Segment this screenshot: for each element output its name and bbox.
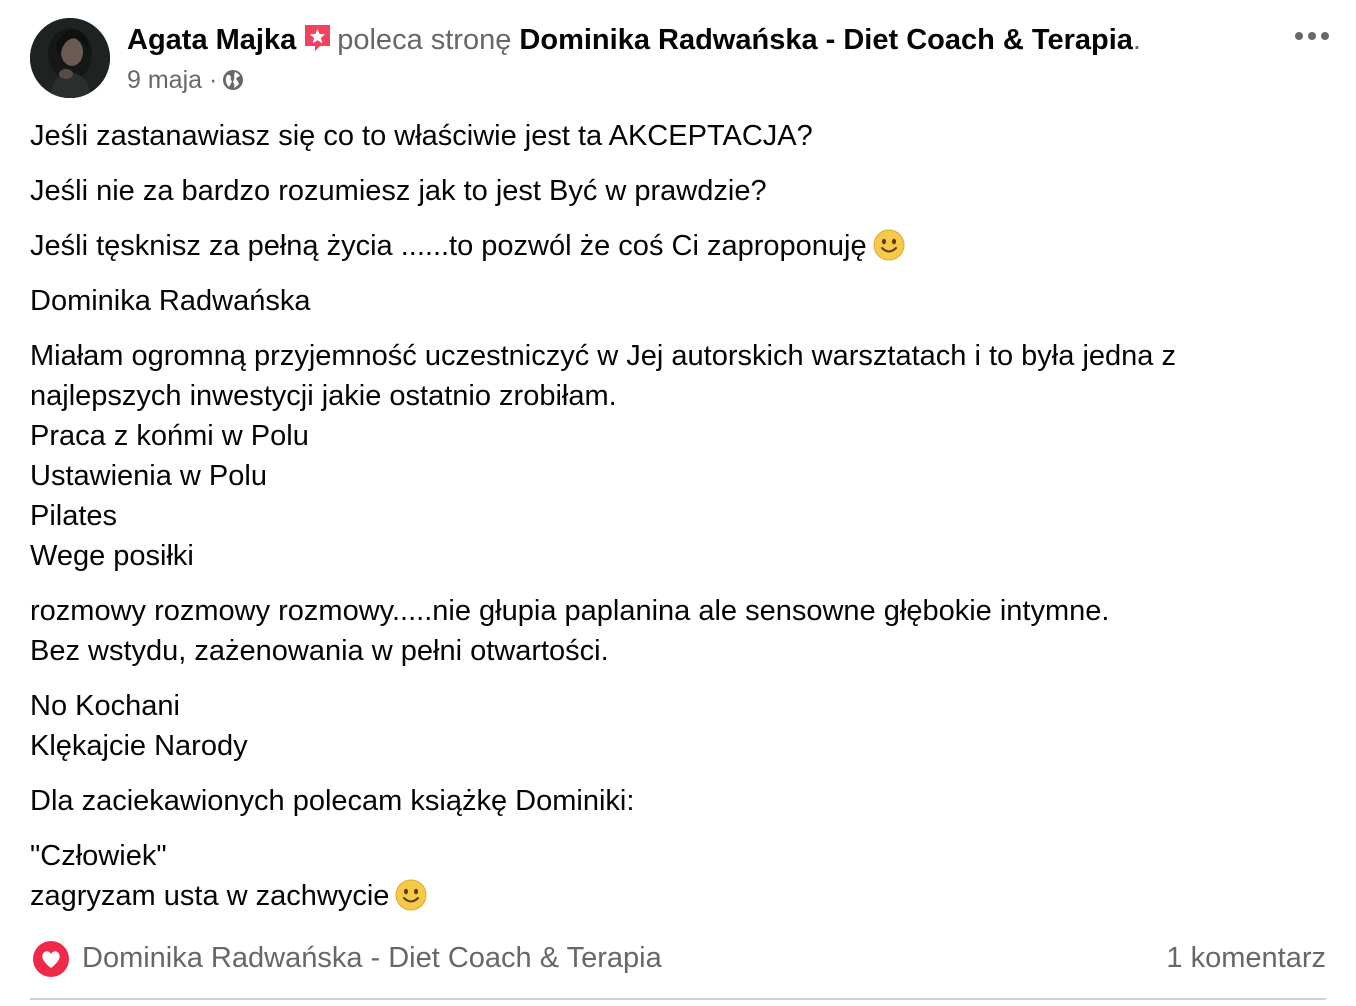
post-text-line: Ustawienia w Polu	[30, 460, 267, 492]
slightly-smiling-face-icon	[873, 229, 905, 261]
more-options-button[interactable]	[1290, 18, 1334, 54]
post-text-line: Dominika Radwańska	[30, 285, 311, 317]
post-paragraph: Dominika Radwańska	[30, 281, 1320, 321]
post-body: Jeśli zastanawiasz się co to właściwie j…	[30, 116, 1320, 931]
post-text-line: Jeśli nie za bardzo rozumiesz jak to jes…	[30, 175, 767, 207]
post-paragraph: Dla zaciekawionych polecam książkę Domin…	[30, 781, 1320, 821]
post-text-line: "Człowiek"	[30, 840, 167, 872]
recommend-star-badge-icon	[302, 22, 333, 53]
post-text-line: Pilates	[30, 500, 118, 532]
post-paragraph: "Człowiek" zagryzam usta w zachwycie	[30, 836, 1320, 916]
post-paragraph: rozmowy rozmowy rozmowy.....nie głupia p…	[30, 591, 1320, 671]
globe-icon[interactable]	[221, 68, 245, 92]
post-text: Jeśli tęsknisz za pełną życia ......to p…	[30, 230, 867, 262]
recommended-page-link[interactable]: Dominika Radwańska - Diet Coach & Terapi…	[519, 24, 1132, 56]
post-text-line: Bez wstydu, zażenowania w pełni otwartoś…	[30, 635, 609, 667]
post-footer: Dominika Radwańska - Diet Coach & Terapi…	[30, 936, 1326, 980]
post-text-line: Wege posiłki	[30, 540, 194, 572]
post-text-line: Dla zaciekawionych polecam książkę Domin…	[30, 785, 635, 817]
author-name-link[interactable]: Agata Majka	[127, 24, 296, 56]
heart-recommend-icon	[32, 940, 70, 978]
footer-divider	[30, 998, 1326, 1000]
post-text-line: Praca z końmi w Polu	[30, 420, 309, 452]
post-text: zagryzam usta w zachwycie	[30, 880, 390, 912]
post-text-line: No Kochani	[30, 690, 180, 722]
post-text-line: rozmowy rozmowy rozmowy.....nie głupia p…	[30, 595, 1110, 627]
title-period: .	[1132, 24, 1141, 56]
footer-page-link[interactable]: Dominika Radwańska - Diet Coach & Terapi…	[82, 939, 662, 977]
slightly-smiling-face-icon	[395, 879, 427, 911]
post-header: Agata Majka poleca stronę Dominika Radwań…	[30, 18, 1330, 100]
post-paragraph: No Kochani Klękajcie Narody	[30, 686, 1320, 766]
post-text-line: Klękajcie Narody	[30, 730, 248, 762]
post-paragraph: Miałam ogromną przyjemność uczestniczyć …	[30, 336, 1320, 576]
post-text-line: zagryzam usta w zachwycie	[30, 876, 1320, 916]
post-text-line: Jeśli tęsknisz za pełną życia ......to p…	[30, 226, 1320, 266]
post-text-line: Jeśli zastanawiasz się co to właściwie j…	[30, 120, 813, 152]
post-paragraph: Jeśli nie za bardzo rozumiesz jak to jes…	[30, 171, 1320, 211]
recommendation-action-text: poleca stronę	[337, 24, 512, 56]
post-meta: 9 maja ·	[127, 64, 245, 96]
avatar-image	[30, 18, 110, 98]
post-date-link[interactable]: 9 maja	[127, 66, 202, 94]
post-paragraph: Jeśli zastanawiasz się co to właściwie j…	[30, 116, 1320, 156]
post-text-line: najlepszych inwestycji jakie ostatnio zr…	[30, 380, 617, 412]
meta-separator: ·	[209, 66, 218, 94]
author-avatar[interactable]	[30, 18, 110, 98]
post-title-line: Agata Majka poleca stronę Dominika Radwań…	[127, 22, 1141, 58]
post-paragraph: Jeśli tęsknisz za pełną życia ......to p…	[30, 226, 1320, 266]
more-options-icon	[1295, 32, 1329, 40]
comments-count-link[interactable]: 1 komentarz	[1166, 939, 1326, 977]
post-text-line: Miałam ogromną przyjemność uczestniczyć …	[30, 340, 1176, 372]
recommendation-post: Agata Majka poleca stronę Dominika Radwań…	[0, 0, 1356, 1006]
